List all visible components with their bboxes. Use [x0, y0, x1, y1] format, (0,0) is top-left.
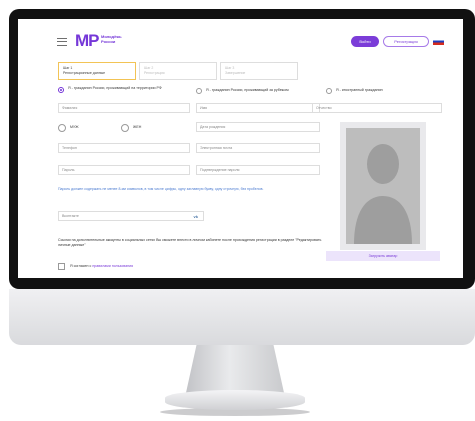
password-field[interactable]: Пароль: [58, 165, 190, 175]
step-3-subtitle: Завершение: [225, 71, 246, 75]
monitor-stand-neck: [185, 345, 285, 395]
step-3: Шаг 3 Завершение: [220, 62, 298, 80]
upload-avatar-button[interactable]: Загрузить аватар: [326, 251, 440, 261]
step-2-subtitle: Регистрация: [144, 71, 165, 75]
password-hint: Пароль должен содержать не менее 8-ми си…: [58, 187, 264, 191]
logo-line2: России: [101, 39, 116, 44]
language-flag-icon[interactable]: [433, 38, 444, 45]
citizenship-label-abroad: Я - гражданин России, проживающий за руб…: [206, 88, 289, 92]
phone-field[interactable]: Телефон: [58, 143, 190, 153]
rules-link[interactable]: правилами пользования: [92, 264, 133, 268]
password-confirm-field[interactable]: Подтверждение пароля: [196, 165, 320, 175]
vk-input[interactable]: Вконтакте vk: [58, 211, 204, 221]
step-1: Шаг 1 Регистрационные данные: [58, 62, 136, 80]
login-button[interactable]: Войти: [351, 36, 379, 47]
citizenship-label-russia: Я - гражданин России, проживающий на тер…: [68, 86, 162, 90]
avatar-silhouette-icon: [346, 128, 420, 244]
agree-checkbox[interactable]: [58, 263, 65, 270]
surname-field[interactable]: Фамилия: [58, 103, 190, 113]
step-2: Шаг 2 Регистрация: [139, 62, 217, 80]
logo-mark[interactable]: MP: [75, 31, 99, 51]
logo-text: Молодёжь России: [101, 34, 122, 44]
gender-label-female: ЖЕН: [133, 125, 142, 129]
agree-text: Я согласен с: [70, 264, 92, 268]
step-1-subtitle: Регистрационные данные: [63, 71, 106, 75]
patronymic-field[interactable]: Отчество: [312, 103, 442, 113]
avatar-placeholder: [340, 122, 426, 250]
gender-radio-male[interactable]: [58, 124, 66, 132]
monitor-stand-foot: [165, 390, 305, 410]
citizenship-label-foreign: Я - иностранный гражданин: [336, 88, 383, 92]
name-field[interactable]: Имя: [196, 103, 320, 113]
monitor: MP Молодёжь России Войти Регистрация Шаг…: [0, 0, 475, 421]
screen: MP Молодёжь России Войти Регистрация Шаг…: [18, 19, 463, 278]
social-accounts-info: Ссылки на дополнительные аккаунты в соци…: [58, 238, 322, 247]
register-button[interactable]: Регистрация: [383, 36, 429, 47]
gender-label-male: МУЖ: [70, 125, 79, 129]
vk-icon: vk: [193, 214, 198, 219]
birthdate-field[interactable]: Дата рождения: [196, 122, 320, 132]
monitor-chin: [9, 289, 475, 345]
site-header: MP Молодёжь России Войти Регистрация: [18, 19, 463, 59]
gender-radio-female[interactable]: [121, 124, 129, 132]
agree-label: Я согласен с правилами пользования: [70, 264, 133, 268]
citizenship-radio-russia[interactable]: [58, 87, 64, 93]
menu-icon[interactable]: [57, 38, 67, 46]
citizenship-radio-abroad[interactable]: [196, 88, 202, 94]
citizenship-radio-foreign[interactable]: [326, 88, 332, 94]
email-field[interactable]: Электронная почта: [196, 143, 320, 153]
vk-placeholder: Вконтакте: [62, 214, 79, 218]
